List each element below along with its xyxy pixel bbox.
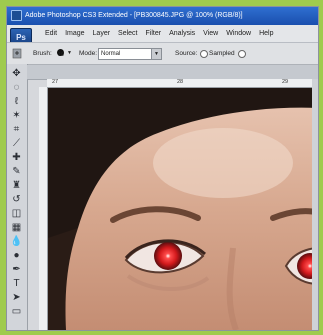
photoshop-window: Adobe Photoshop CS3 Extended - [PB300845… — [6, 6, 319, 331]
menu-image[interactable]: Image — [65, 30, 84, 37]
brush-tool-icon[interactable]: ✎ — [9, 165, 24, 178]
red-eye-left — [154, 242, 182, 270]
ruler-tick: 29 — [282, 79, 289, 85]
photoshop-app-icon — [11, 9, 22, 21]
menu-analysis[interactable]: Analysis — [169, 30, 195, 37]
chevron-down-icon[interactable]: ▼ — [151, 48, 162, 60]
blur-tool-icon[interactable]: 💧 — [9, 235, 24, 248]
title-bar: Adobe Photoshop CS3 Extended - [PB300845… — [7, 7, 318, 25]
magic-wand-tool-icon[interactable]: ✶ — [9, 109, 24, 122]
portrait-photo — [48, 88, 318, 330]
options-bar: Brush: 19 ▼ Mode: Normal ▼ Source: Sampl… — [7, 43, 318, 65]
ruler-tick: 28 — [177, 79, 184, 85]
crop-tool-icon[interactable]: ⌗ — [9, 123, 24, 136]
mode-label: Mode: — [79, 50, 98, 57]
brush-dropdown-icon[interactable]: ▼ — [67, 43, 72, 64]
healing-brush-tool-icon[interactable]: ✚ — [9, 151, 24, 164]
menu-edit[interactable]: Edit — [45, 30, 57, 37]
healing-tool-preset-icon[interactable] — [11, 43, 23, 64]
vertical-scrollbar[interactable] — [312, 79, 318, 330]
gradient-tool-icon[interactable]: ▦ — [9, 221, 24, 234]
horizontal-ruler: 27 28 29 — [47, 79, 318, 88]
menu-help[interactable]: Help — [259, 30, 273, 37]
photoshop-logo[interactable]: Ps — [10, 28, 32, 42]
type-tool-icon[interactable]: T — [9, 277, 24, 290]
eyedropper-tool-icon[interactable]: ⟋ — [9, 137, 24, 150]
mode-select[interactable]: Normal — [98, 48, 152, 60]
window-title: Adobe Photoshop CS3 Extended - [PB300845… — [25, 12, 243, 19]
brush-label: Brush: — [33, 50, 52, 57]
brush-size: 19 — [58, 52, 65, 58]
source-label: Source: — [175, 50, 198, 57]
sampled-label: Sampled — [209, 50, 235, 57]
menu-filter[interactable]: Filter — [146, 30, 162, 37]
menu-view[interactable]: View — [203, 30, 218, 37]
marquee-tool-icon[interactable]: ◌ — [9, 81, 24, 94]
shape-tool-icon[interactable]: ▭ — [9, 305, 24, 318]
clone-stamp-tool-icon[interactable]: ♜ — [9, 179, 24, 192]
eraser-tool-icon[interactable]: ◫ — [9, 207, 24, 220]
vertical-ruler — [39, 87, 48, 330]
menu-layer[interactable]: Layer — [93, 30, 111, 37]
image-canvas[interactable] — [48, 88, 318, 330]
pen-tool-icon[interactable]: ✒ — [9, 263, 24, 276]
menu-select[interactable]: Select — [118, 30, 137, 37]
document-tab-bar — [27, 65, 318, 80]
lasso-tool-icon[interactable]: ℓ — [9, 95, 24, 108]
pattern-radio[interactable] — [238, 50, 246, 58]
move-tool-icon[interactable]: ✥ — [9, 67, 24, 80]
dodge-tool-icon[interactable]: ● — [9, 249, 24, 262]
history-brush-tool-icon[interactable]: ↺ — [9, 193, 24, 206]
sampled-radio[interactable] — [200, 50, 208, 58]
menu-window[interactable]: Window — [226, 30, 251, 37]
ruler-tick: 27 — [52, 79, 59, 85]
menu-items: Edit Image Layer Select Filter Analysis View Wi… — [45, 25, 282, 42]
menu-bar: Ps Edit Image Layer Select Filter Analysis Vie… — [7, 25, 318, 43]
toolbox: ✥ ◌ ℓ ✶ ⌗ ⟋ ✚ ✎ ♜ ↺ ◫ ▦ 💧 ● ✒ T ➤ ▭ — [7, 64, 28, 330]
path-selection-tool-icon[interactable]: ➤ — [9, 291, 24, 304]
